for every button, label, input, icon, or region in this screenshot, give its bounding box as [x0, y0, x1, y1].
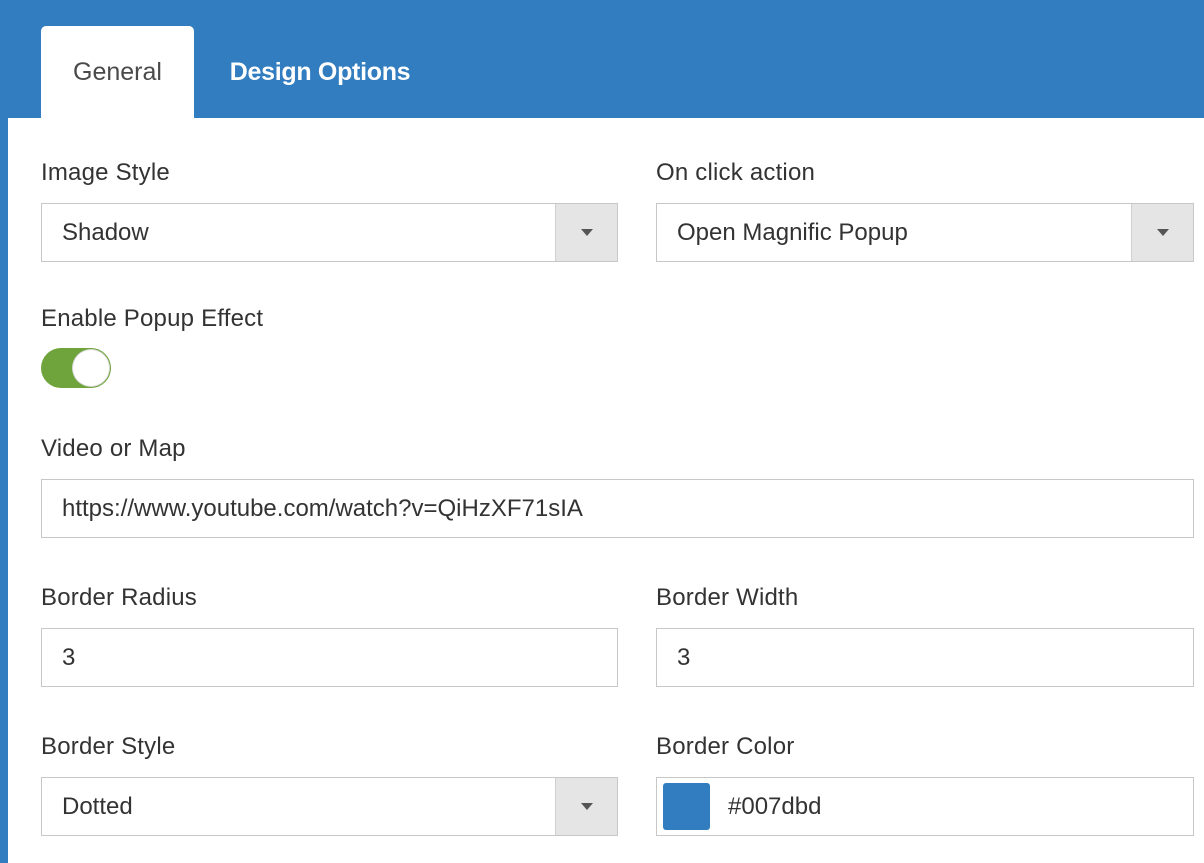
border-radius-input[interactable]: 3: [41, 628, 618, 687]
border-color-input[interactable]: #007dbd: [656, 777, 1194, 836]
border-style-label: Border Style: [41, 733, 176, 760]
on-click-action-select[interactable]: Open Magnific Popup: [656, 203, 1194, 262]
border-width-input[interactable]: 3: [656, 628, 1194, 687]
caret-down-icon: [580, 229, 593, 236]
caret-down-icon: [1156, 229, 1169, 236]
border-radius-value: 3: [62, 643, 76, 671]
toggle-knob-icon: [73, 350, 109, 386]
border-radius-label: Border Radius: [41, 584, 198, 611]
video-or-map-input[interactable]: https://www.youtube.com/watch?v=QiHzXF71…: [41, 479, 1194, 538]
image-style-select[interactable]: Shadow: [41, 203, 618, 262]
on-click-action-value: Open Magnific Popup: [677, 218, 908, 246]
video-or-map-label: Video or Map: [41, 435, 186, 462]
border-width-value: 3: [677, 643, 691, 671]
on-click-action-label: On click action: [656, 159, 816, 186]
border-color-label: Border Color: [656, 733, 795, 760]
on-click-action-dropdown-button[interactable]: [1131, 204, 1193, 261]
tab-design-options-label: Design Options: [229, 57, 411, 86]
border-style-dropdown-button[interactable]: [555, 778, 617, 835]
image-style-label: Image Style: [41, 159, 170, 186]
popup-effect-toggle[interactable]: [41, 348, 111, 388]
element-settings-panel: General Design Options Image Style Shado…: [0, 0, 1204, 863]
image-style-value: Shadow: [62, 218, 149, 246]
border-style-select[interactable]: Dotted: [41, 777, 618, 836]
caret-down-icon: [580, 803, 593, 810]
tab-general-label: General: [73, 57, 162, 86]
tab-general[interactable]: General: [41, 26, 194, 118]
border-color-value: #007dbd: [728, 792, 822, 820]
border-width-label: Border Width: [656, 584, 799, 611]
tab-bar: General Design Options: [8, 6, 1204, 118]
image-style-dropdown-button[interactable]: [555, 204, 617, 261]
video-or-map-value: https://www.youtube.com/watch?v=QiHzXF71…: [62, 494, 583, 522]
tab-design-options[interactable]: Design Options: [210, 26, 430, 118]
color-swatch[interactable]: [663, 783, 710, 830]
popup-effect-label: Enable Popup Effect: [41, 305, 264, 332]
border-style-value: Dotted: [62, 792, 133, 820]
